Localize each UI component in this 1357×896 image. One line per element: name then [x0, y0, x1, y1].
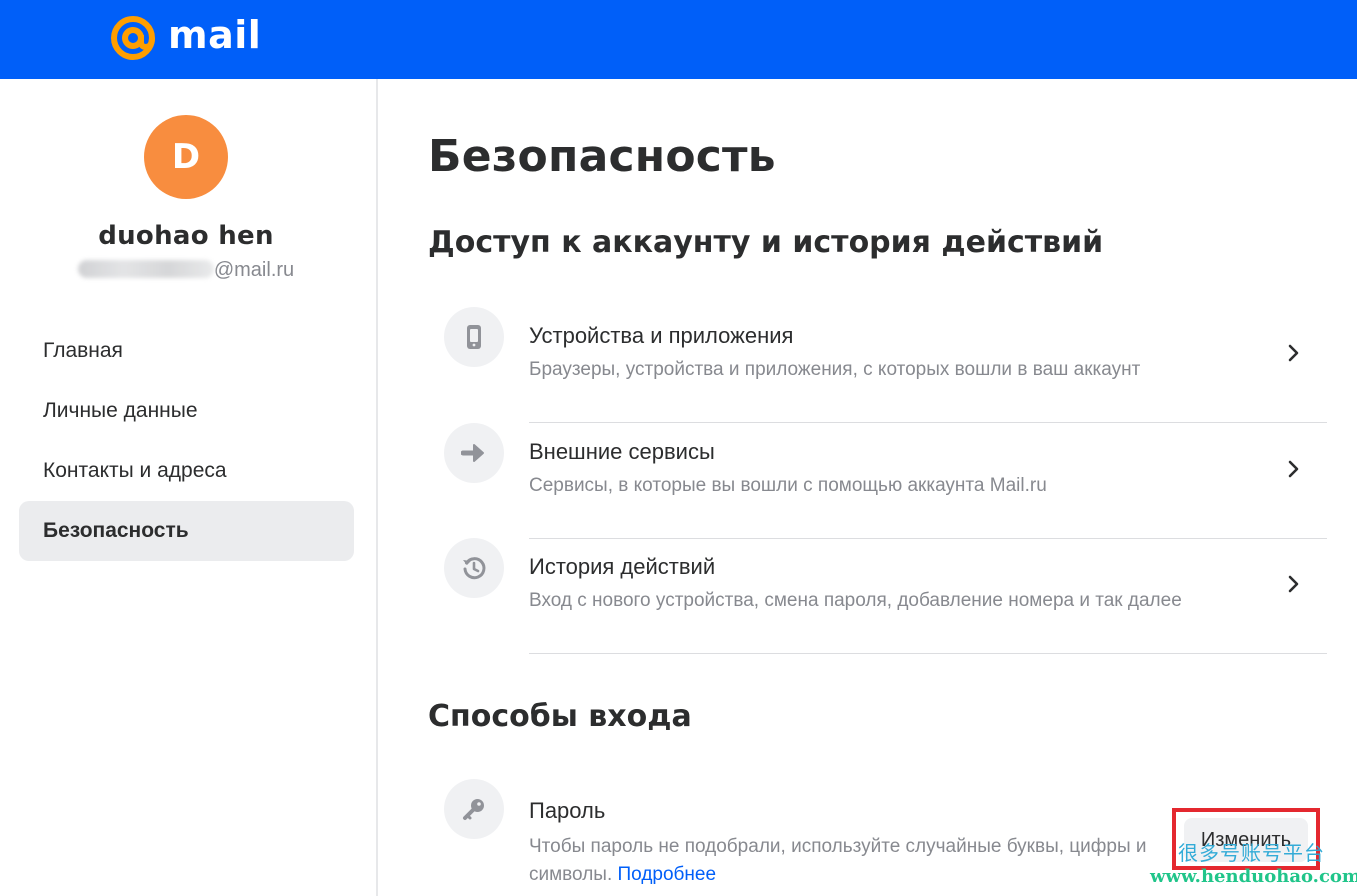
section-title-access: Доступ к аккаунту и история действий — [428, 225, 1104, 260]
key-icon — [463, 799, 484, 820]
mail-logo[interactable]: mail — [108, 12, 261, 64]
sidebar-nav: Главная Личные данные Контакты и адреса … — [19, 321, 354, 561]
sidebar-item-personal-data[interactable]: Личные данные — [19, 381, 354, 441]
row-icon-container — [444, 538, 504, 598]
sidebar-item-contacts[interactable]: Контакты и адреса — [19, 441, 354, 501]
row-activity-history[interactable]: История действий Вход с нового устройств… — [444, 538, 1327, 654]
chevron-right-icon — [1288, 575, 1299, 593]
sidebar-item-label: Контакты и адреса — [43, 459, 227, 482]
user-email-domain: @mail.ru — [213, 259, 295, 281]
row-subtitle: Вход с нового устройства, смена пароля, … — [529, 590, 1182, 611]
avatar-initial: D — [171, 137, 201, 177]
row-devices-apps[interactable]: Устройства и приложения Браузеры, устрой… — [444, 307, 1327, 423]
row-icon-container — [444, 779, 504, 839]
password-description: Чтобы пароль не подобрали, используйте с… — [529, 833, 1169, 889]
chevron-right-icon — [1288, 460, 1299, 478]
sidebar-item-label: Безопасность — [43, 519, 189, 542]
row-divider — [529, 653, 1327, 654]
row-title: История действий — [529, 554, 716, 579]
page-title: Безопасность — [428, 131, 776, 182]
top-bar: mail — [0, 0, 1357, 79]
email-redaction — [77, 260, 214, 278]
arrow-right-icon — [461, 444, 484, 462]
sidebar-item-home[interactable]: Главная — [19, 321, 354, 381]
chevron-right-icon — [1288, 344, 1299, 362]
at-logo-icon — [111, 16, 155, 60]
history-icon — [463, 557, 486, 580]
main-content: Безопасность Доступ к аккаунту и история… — [428, 79, 1357, 896]
row-subtitle: Сервисы, в которые вы вошли с помощью ак… — [529, 475, 1047, 496]
user-name: duohao hen — [98, 221, 274, 251]
row-subtitle: Браузеры, устройства и приложения, с кот… — [529, 359, 1141, 380]
row-icon-container — [444, 423, 504, 483]
section-title-login-methods: Способы входа — [428, 699, 692, 734]
avatar[interactable]: D — [144, 115, 228, 199]
row-external-services[interactable]: Внешние сервисы Сервисы, в которые вы во… — [444, 423, 1327, 539]
brand-name: mail — [168, 13, 262, 57]
user-email: @mail.ru — [0, 259, 372, 282]
password-title: Пароль — [529, 798, 606, 823]
watermark-url: www.henduohao.com — [1150, 866, 1357, 887]
learn-more-link[interactable]: Подробнее — [618, 864, 717, 885]
row-icon-container — [444, 307, 504, 367]
watermark-text: 很多号账号平台 — [1178, 841, 1325, 865]
sidebar-item-label: Личные данные — [43, 399, 198, 422]
sidebar: D duohao hen @mail.ru Главная Личные дан… — [0, 79, 378, 896]
row-title: Устройства и приложения — [529, 323, 794, 348]
sidebar-item-security[interactable]: Безопасность — [19, 501, 354, 561]
phone-icon — [467, 325, 481, 349]
row-title: Внешние сервисы — [529, 439, 715, 464]
sidebar-item-label: Главная — [43, 339, 123, 362]
